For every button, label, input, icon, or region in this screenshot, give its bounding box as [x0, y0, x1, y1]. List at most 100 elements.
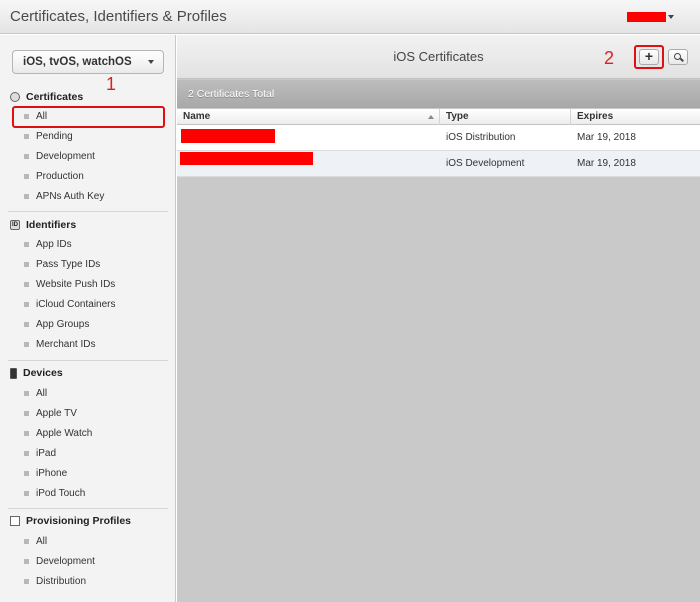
page-title: Certificates, Identifiers & Profiles: [10, 8, 227, 25]
bullet-icon: [24, 341, 29, 347]
table-row[interactable]: iOS Development Mar 19, 2018: [177, 151, 700, 177]
sidebar-item-label: All: [36, 535, 48, 547]
sidebar-item-label: Apple Watch: [36, 427, 93, 439]
section-title: Identifiers: [26, 219, 77, 231]
sidebar-item-devices-all[interactable]: All: [24, 386, 47, 400]
section-identifiers: ID Identifiers: [10, 218, 76, 232]
main-title: iOS Certificates: [393, 49, 484, 64]
column-header-type[interactable]: Type: [440, 109, 571, 125]
sidebar-item-label: iPod Touch: [36, 487, 86, 499]
sidebar-item-app-ids[interactable]: App IDs: [24, 237, 72, 251]
bullet-icon: [24, 578, 29, 584]
cell-expires: Mar 19, 2018: [577, 158, 636, 169]
sidebar-item-pass-type-ids[interactable]: Pass Type IDs: [24, 257, 100, 271]
sidebar-item-label: Development: [36, 555, 95, 567]
annotation-number-2: 2: [604, 48, 615, 68]
cell-type: iOS Development: [446, 158, 525, 169]
top-bar: Certificates, Identifiers & Profiles: [0, 0, 700, 34]
sidebar-item-label: iPad: [36, 447, 57, 459]
platform-select-label: iOS, tvOS, watchOS: [23, 56, 132, 68]
certificate-icon: [10, 92, 20, 102]
bullet-icon: [24, 261, 29, 267]
certificates-table: Name Type Expires iOS Distribution Mar 1…: [177, 109, 700, 177]
sidebar: iOS, tvOS, watchOS Certificates All Pend…: [0, 35, 176, 602]
bullet-icon: [24, 430, 29, 436]
bullet-icon: [24, 281, 29, 287]
sidebar-item-certificates-apns[interactable]: APNs Auth Key: [24, 189, 104, 203]
profile-icon: [10, 516, 20, 526]
column-label: Type: [446, 111, 469, 122]
sidebar-item-iphone[interactable]: iPhone: [24, 466, 67, 480]
bullet-icon: [24, 470, 29, 476]
bullet-icon: [24, 153, 29, 159]
add-button[interactable]: +: [639, 49, 659, 65]
divider: [8, 360, 168, 361]
search-icon-handle: [680, 57, 684, 62]
sidebar-item-label: App Groups: [36, 318, 90, 330]
column-header-expires[interactable]: Expires: [571, 109, 700, 125]
sidebar-item-certificates-production[interactable]: Production: [24, 169, 84, 183]
bullet-icon: [24, 450, 29, 456]
redacted-certificate-name: [180, 152, 313, 165]
sidebar-item-profiles-all[interactable]: All: [24, 534, 47, 548]
sidebar-item-label: Merchant IDs: [36, 338, 96, 350]
divider: [8, 508, 168, 509]
sidebar-item-website-push-ids[interactable]: Website Push IDs: [24, 277, 115, 291]
main-header: iOS Certificates +: [177, 35, 700, 79]
device-icon: [10, 367, 17, 379]
annotation-number-1: 1: [106, 74, 117, 94]
column-label: Expires: [577, 111, 614, 122]
sidebar-item-label: All: [36, 387, 48, 399]
bullet-icon: [24, 173, 29, 179]
section-title: Devices: [23, 367, 63, 379]
platform-select[interactable]: iOS, tvOS, watchOS: [12, 50, 164, 74]
chevron-down-icon: [148, 60, 154, 64]
sidebar-item-ipod-touch[interactable]: iPod Touch: [24, 486, 85, 500]
section-title: Certificates: [26, 91, 84, 103]
total-count-bar: 2 Certificates Total: [177, 80, 700, 108]
sidebar-item-label: App IDs: [36, 238, 72, 250]
cell-expires: Mar 19, 2018: [577, 132, 636, 143]
redacted-account-name: [627, 12, 666, 22]
bullet-icon: [24, 133, 29, 139]
cell-type: iOS Distribution: [446, 132, 516, 143]
bullet-icon: [24, 538, 29, 544]
sidebar-item-label: APNs Auth Key: [36, 190, 105, 202]
bullet-icon: [24, 193, 29, 199]
sidebar-item-certificates-development[interactable]: Development: [24, 149, 95, 163]
sidebar-item-label: Pending: [36, 130, 73, 142]
search-button[interactable]: [668, 49, 688, 65]
divider: [8, 211, 168, 212]
sidebar-item-merchant-ids[interactable]: Merchant IDs: [24, 337, 95, 351]
sidebar-item-apple-tv[interactable]: Apple TV: [24, 406, 77, 420]
sidebar-item-app-groups[interactable]: App Groups: [24, 317, 89, 331]
table-row[interactable]: iOS Distribution Mar 19, 2018: [177, 125, 700, 151]
sidebar-item-label: iPhone: [36, 467, 68, 479]
bullet-icon: [24, 390, 29, 396]
sidebar-item-ipad[interactable]: iPad: [24, 446, 56, 460]
sidebar-item-profiles-development[interactable]: Development: [24, 554, 95, 568]
sidebar-item-label: Distribution: [36, 575, 87, 587]
sidebar-item-label: iCloud Containers: [36, 298, 116, 310]
id-icon: ID: [10, 220, 20, 230]
chevron-down-icon: [668, 15, 674, 19]
sidebar-item-certificates-pending[interactable]: Pending: [24, 129, 73, 143]
account-menu[interactable]: [627, 11, 674, 23]
section-provisioning-profiles: Provisioning Profiles: [10, 514, 131, 528]
sidebar-item-label: Website Push IDs: [36, 278, 116, 290]
bullet-icon: [24, 558, 29, 564]
bullet-icon: [24, 321, 29, 327]
column-header-name[interactable]: Name: [177, 109, 440, 125]
sidebar-item-icloud-containers[interactable]: iCloud Containers: [24, 297, 116, 311]
section-certificates: Certificates: [10, 90, 83, 104]
sidebar-item-apple-watch[interactable]: Apple Watch: [24, 426, 92, 440]
sidebar-item-profiles-distribution[interactable]: Distribution: [24, 574, 86, 588]
annotation-highlight-all: [12, 106, 165, 128]
redacted-certificate-name: [181, 129, 275, 143]
table-header: Name Type Expires: [177, 109, 700, 125]
total-count: 2 Certificates Total: [188, 88, 275, 100]
section-title: Provisioning Profiles: [26, 515, 132, 527]
section-devices: Devices: [10, 366, 63, 380]
column-label: Name: [183, 111, 211, 122]
sidebar-item-label: Development: [36, 150, 95, 162]
